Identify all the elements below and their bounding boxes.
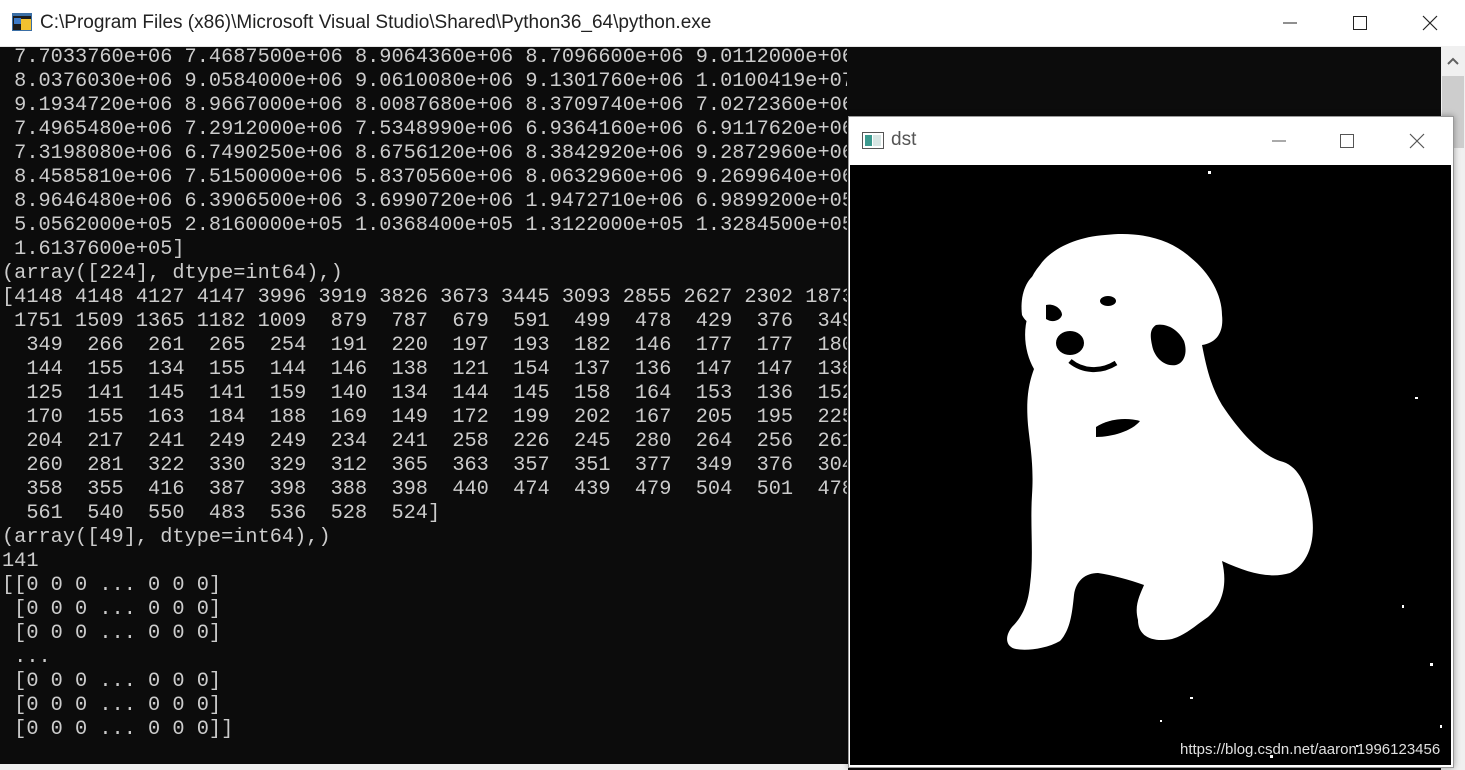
- console-line: 260 281 322 330 329 312 365 363 357 351 …: [2, 454, 847, 477]
- maximize-icon: [1353, 16, 1367, 30]
- python-app-icon: [12, 13, 32, 31]
- console-line: 5.0562000e+05 2.8160000e+05 1.0368400e+0…: [2, 214, 847, 237]
- console-line: (array([224], dtype=int64),): [2, 262, 343, 285]
- chevron-up-icon: [1447, 57, 1459, 65]
- minimize-icon: [1272, 140, 1286, 141]
- maximize-icon: [1340, 133, 1354, 148]
- close-icon: [1409, 133, 1425, 148]
- console-line: [4148 4148 4127 4147 3996 3919 3826 3673…: [2, 286, 847, 309]
- dst-title: dst: [891, 129, 917, 150]
- console-line: 125 141 145 141 159 140 134 144 145 158 …: [2, 382, 847, 405]
- console-line: 7.4965480e+06 7.2912000e+06 7.5348990e+0…: [2, 118, 847, 141]
- dst-minimize-button[interactable]: [1244, 117, 1314, 164]
- binary-dog-image: [850, 165, 1451, 765]
- console-line: ...: [2, 646, 51, 669]
- watermark: https://blog.csdn.net/aaron1996123456: [1180, 741, 1441, 758]
- console-line: [0 0 0 ... 0 0 0]: [2, 598, 222, 621]
- console-line: 8.9646480e+06 6.3906500e+06 3.6990720e+0…: [2, 190, 847, 213]
- console-line: 141: [2, 550, 39, 573]
- console-line: 1.6137600e+05]: [2, 238, 185, 261]
- dst-close-button[interactable]: [1382, 117, 1452, 164]
- console-line: 9.1934720e+06 8.9667000e+06 8.0087680e+0…: [2, 94, 847, 117]
- console-line: 358 355 416 387 398 388 398 440 474 439 …: [2, 478, 847, 501]
- console-line: 204 217 241 249 249 234 241 258 226 245 …: [2, 430, 847, 453]
- console-line: [0 0 0 ... 0 0 0]: [2, 670, 222, 693]
- console-line: 349 266 261 265 254 191 220 197 193 182 …: [2, 334, 847, 357]
- console-line: [0 0 0 ... 0 0 0]]: [2, 718, 234, 741]
- console-line: [0 0 0 ... 0 0 0]: [2, 694, 222, 717]
- dst-window: dst: [848, 116, 1454, 768]
- console-title: C:\Program Files (x86)\Microsoft Visual …: [40, 12, 712, 33]
- console-line: [[0 0 0 ... 0 0 0]: [2, 574, 222, 597]
- console-line: 8.0376030e+06 9.0584000e+06 9.0610080e+0…: [2, 70, 847, 93]
- close-icon: [1422, 15, 1438, 31]
- scroll-up-button[interactable]: [1441, 46, 1465, 76]
- console-line: 7.3198080e+06 6.7490250e+06 8.6756120e+0…: [2, 142, 847, 165]
- console-output[interactable]: 7.7033760e+06 7.4687500e+06 8.9064360e+0…: [2, 46, 847, 770]
- dst-titlebar[interactable]: dst: [849, 117, 1453, 164]
- console-line: 8.4585810e+06 7.5150000e+06 5.8370560e+0…: [2, 166, 847, 189]
- console-line: 1751 1509 1365 1182 1009 879 787 679 591…: [2, 310, 847, 333]
- background-strip: [0, 764, 848, 770]
- console-titlebar[interactable]: C:\Program Files (x86)\Microsoft Visual …: [0, 0, 1465, 47]
- console-line: 170 155 163 184 188 169 149 172 199 202 …: [2, 406, 847, 429]
- console-minimize-button[interactable]: [1255, 0, 1325, 46]
- console-line: (array([49], dtype=int64),): [2, 526, 331, 549]
- image-window-icon: [862, 132, 884, 149]
- console-maximize-button[interactable]: [1325, 0, 1395, 46]
- console-line: [0 0 0 ... 0 0 0]: [2, 622, 222, 645]
- console-close-button[interactable]: [1395, 0, 1465, 46]
- console-line: 561 540 550 483 536 528 524]: [2, 502, 441, 525]
- minimize-icon: [1283, 22, 1297, 24]
- dst-image-canvas: [850, 165, 1451, 765]
- console-line: 144 155 134 155 144 146 138 121 154 137 …: [2, 358, 847, 381]
- dst-maximize-button[interactable]: [1312, 117, 1382, 164]
- console-line: 7.7033760e+06 7.4687500e+06 8.9064360e+0…: [2, 46, 847, 69]
